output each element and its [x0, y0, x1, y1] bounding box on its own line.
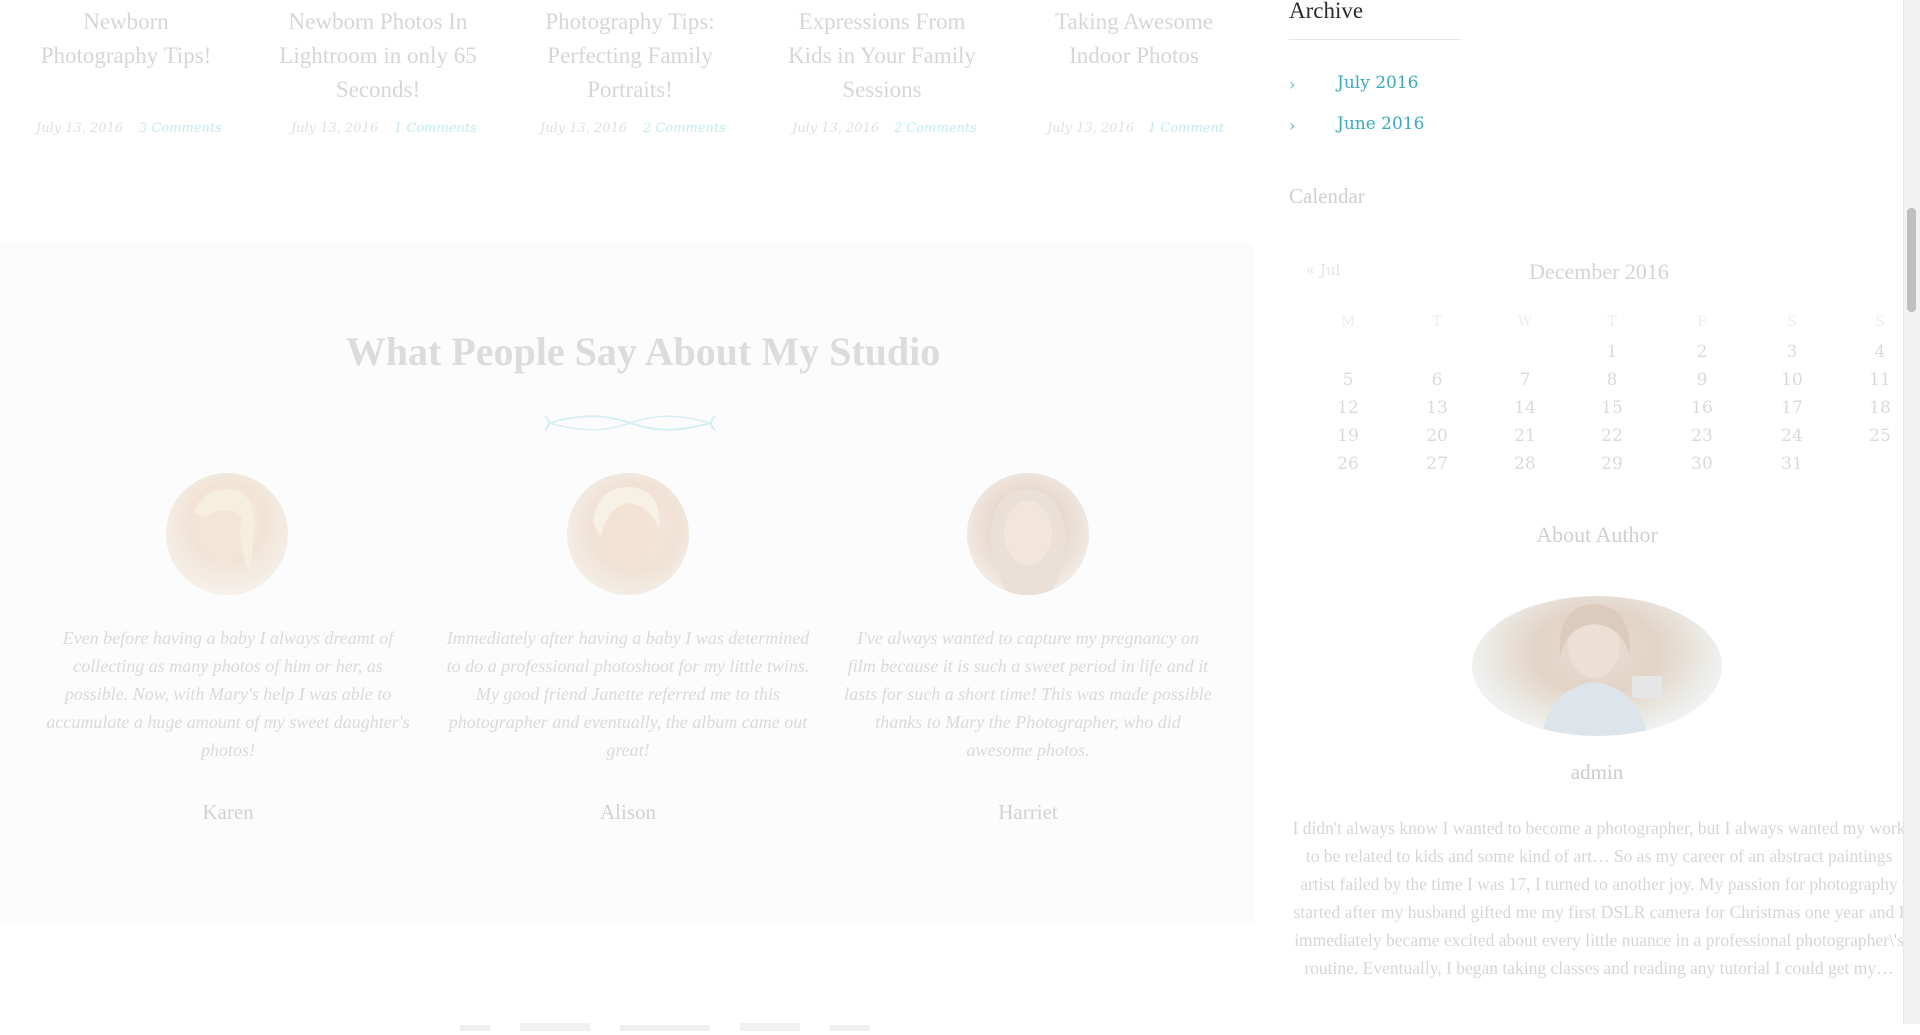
calendar-weekday: S — [1875, 314, 1885, 330]
testimonials-section: What People Say About My Studio Even bef… — [0, 242, 1254, 922]
calendar-day: 4 — [1874, 342, 1886, 362]
calendar-weekday: M — [1340, 314, 1356, 330]
calendar-day: 8 — [1606, 370, 1618, 390]
calendar-day: 23 — [1691, 426, 1713, 446]
author-name: admin — [1570, 760, 1624, 784]
author-bio: I didn't always know I wanted to become … — [1292, 818, 1906, 978]
calendar-day: 24 — [1781, 426, 1803, 446]
next-section-heading-peek — [460, 1016, 880, 1031]
testimonial-quote: I've always wanted to capture my pregnan… — [844, 628, 1212, 760]
calendar-widget-title: Calendar — [1289, 184, 1365, 208]
calendar-weekday: T — [1432, 314, 1442, 330]
calendar-day: 31 — [1781, 454, 1803, 474]
archive-divider — [1289, 39, 1461, 40]
calendar-day: 12 — [1337, 398, 1359, 418]
archive-item-label[interactable]: July 2016 — [1337, 73, 1418, 93]
page-scrollbar[interactable] — [1903, 0, 1920, 1024]
calendar-day: 2 — [1696, 342, 1708, 362]
calendar-day: 3 — [1786, 342, 1798, 362]
archive-item-label[interactable]: June 2016 — [1337, 114, 1424, 134]
archive-widget-title: Archive — [1289, 0, 1364, 23]
calendar-day: 11 — [1869, 370, 1891, 390]
calendar-day: 14 — [1514, 398, 1536, 418]
calendar-day: 19 — [1337, 426, 1359, 446]
calendar-day: 17 — [1781, 398, 1803, 418]
testimonial-name: Karen — [202, 800, 254, 824]
calendar-day: 27 — [1426, 454, 1448, 474]
main-content: Newborn Photography Tips! July 13, 2016 … — [0, 0, 1254, 1031]
calendar-weekday: F — [1697, 314, 1707, 330]
testimonial-avatar — [567, 473, 689, 595]
calendar-day: 9 — [1696, 370, 1708, 390]
calendar-weekday: T — [1607, 314, 1617, 330]
testimonial-avatar — [166, 473, 288, 595]
calendar-day: 16 — [1691, 398, 1713, 418]
calendar-day: 18 — [1869, 398, 1891, 418]
calendar-prev-month-link[interactable]: « Jul — [1306, 261, 1340, 279]
calendar-day: 21 — [1514, 426, 1536, 446]
calendar-day: 22 — [1601, 426, 1623, 446]
chevron-right-icon: › — [1289, 75, 1296, 94]
testimonial-name: Harriet — [998, 800, 1058, 824]
calendar-day: 26 — [1337, 454, 1359, 474]
sidebar: Archive › July 2016 › June 2016 Calendar… — [1254, 0, 1906, 1024]
testimonial-name: Alison — [599, 800, 656, 824]
calendar-day: 30 — [1691, 454, 1713, 474]
scrollbar-thumb[interactable] — [1907, 208, 1916, 312]
calendar-day: 7 — [1519, 370, 1531, 390]
chevron-right-icon: › — [1289, 116, 1296, 135]
calendar-day: 1 — [1606, 342, 1618, 362]
calendar-day: 25 — [1869, 426, 1891, 446]
testimonial-card: Immediately after having a baby I was de… — [443, 0, 813, 922]
testimonial-quote: Immediately after having a baby I was de… — [446, 628, 810, 760]
calendar-day: 28 — [1514, 454, 1536, 474]
calendar-day: 13 — [1426, 398, 1448, 418]
testimonial-avatar — [967, 473, 1089, 595]
testimonial-card: Even before having a baby I always dream… — [43, 0, 413, 922]
calendar-day: 6 — [1431, 370, 1443, 390]
calendar-weekday: S — [1787, 314, 1797, 330]
testimonial-quote: Even before having a baby I always dream… — [46, 628, 410, 760]
calendar-day: 15 — [1601, 398, 1623, 418]
calendar-day: 20 — [1426, 426, 1448, 446]
calendar-day: 29 — [1601, 454, 1623, 474]
calendar-weekday: W — [1517, 314, 1533, 330]
author-photo — [1472, 596, 1722, 736]
calendar-day: 5 — [1342, 370, 1354, 390]
calendar-day: 10 — [1781, 370, 1803, 390]
about-author-title: About Author — [1536, 522, 1658, 547]
calendar-caption: December 2016 — [1529, 259, 1669, 284]
testimonial-card: I've always wanted to capture my pregnan… — [843, 0, 1213, 922]
